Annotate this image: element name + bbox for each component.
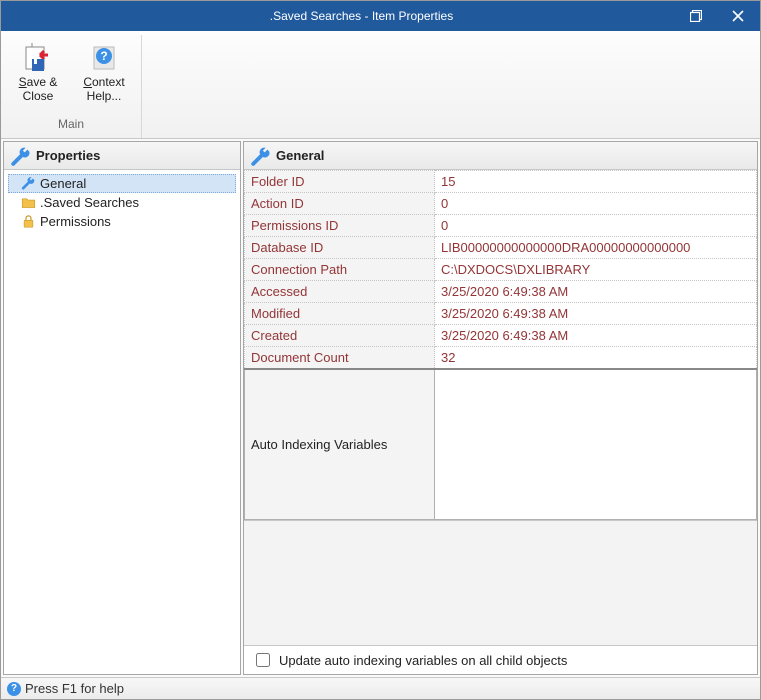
help-icon: ? <box>87 40 121 74</box>
prop-label: Accessed <box>245 281 435 303</box>
statusbar: ? Press F1 for help <box>1 677 760 699</box>
properties-header: Properties <box>4 142 240 170</box>
prop-value: 0 <box>435 215 757 237</box>
prop-value: 32 <box>435 347 757 370</box>
tree-item-saved-searches[interactable]: .Saved Searches <box>8 193 236 212</box>
properties-header-label: Properties <box>36 148 100 163</box>
window: .Saved Searches - Item Properties <box>0 0 761 700</box>
save-close-label: Save &Close <box>19 76 58 104</box>
spacer <box>244 520 757 647</box>
prop-label: Database ID <box>245 237 435 259</box>
table-row: Connection PathC:\DXDOCS\DXLIBRARY <box>245 259 757 281</box>
table-row: Database IDLIB00000000000000DRA000000000… <box>245 237 757 259</box>
ribbon: Save &Close ? ContextHelp... Main <box>1 31 760 139</box>
prop-value: 3/25/2020 6:49:38 AM <box>435 281 757 303</box>
prop-value: 15 <box>435 171 757 193</box>
table-row: Permissions ID0 <box>245 215 757 237</box>
context-help-button[interactable]: ? ContextHelp... <box>77 37 131 107</box>
save-icon <box>21 40 55 74</box>
restore-button[interactable] <box>682 2 710 30</box>
ribbon-group-label: Main <box>11 115 131 133</box>
window-title: .Saved Searches - Item Properties <box>41 9 682 23</box>
properties-tree: General .Saved Searches Permissions <box>4 170 240 235</box>
prop-label: Folder ID <box>245 171 435 193</box>
update-children-label: Update auto indexing variables on all ch… <box>279 653 567 668</box>
table-row: Action ID0 <box>245 193 757 215</box>
general-header-label: General <box>276 148 324 163</box>
tree-item-label: .Saved Searches <box>40 195 139 210</box>
auto-index-row: Auto Indexing Variables <box>245 369 757 519</box>
prop-value: LIB00000000000000DRA00000000000000 <box>435 237 757 259</box>
wrench-icon <box>250 146 270 166</box>
svg-text:?: ? <box>100 49 107 63</box>
prop-label: Document Count <box>245 347 435 370</box>
update-children-checkbox[interactable] <box>256 653 270 667</box>
right-panel: General Folder ID15 Action ID0 Permissio… <box>243 141 758 675</box>
general-header: General <box>244 142 757 170</box>
close-button[interactable] <box>724 2 752 30</box>
save-close-button[interactable]: Save &Close <box>11 37 65 107</box>
prop-label: Permissions ID <box>245 215 435 237</box>
prop-value: 3/25/2020 6:49:38 AM <box>435 325 757 347</box>
left-panel: Properties General .Saved Searches <box>3 141 241 675</box>
context-help-label: ContextHelp... <box>83 76 124 104</box>
table-row: Modified3/25/2020 6:49:38 AM <box>245 303 757 325</box>
table-row: Accessed3/25/2020 6:49:38 AM <box>245 281 757 303</box>
tree-item-general[interactable]: General <box>8 174 236 193</box>
lock-icon <box>20 214 36 230</box>
auto-index-label: Auto Indexing Variables <box>245 369 435 519</box>
update-children-row: Update auto indexing variables on all ch… <box>244 646 757 674</box>
folder-icon <box>20 195 36 211</box>
table-row: Document Count32 <box>245 347 757 370</box>
prop-label: Action ID <box>245 193 435 215</box>
prop-label: Modified <box>245 303 435 325</box>
body: Properties General .Saved Searches <box>1 139 760 677</box>
auto-index-value[interactable] <box>435 369 757 519</box>
titlebar: .Saved Searches - Item Properties <box>1 1 760 31</box>
prop-value: 3/25/2020 6:49:38 AM <box>435 303 757 325</box>
help-dot-icon: ? <box>7 682 21 696</box>
table-row: Folder ID15 <box>245 171 757 193</box>
prop-label: Created <box>245 325 435 347</box>
wrench-icon <box>20 176 36 192</box>
prop-label: Connection Path <box>245 259 435 281</box>
ribbon-group-main: Save &Close ? ContextHelp... Main <box>9 35 142 138</box>
tree-item-label: General <box>40 176 86 191</box>
prop-value: 0 <box>435 193 757 215</box>
status-text: Press F1 for help <box>25 681 124 696</box>
wrench-icon <box>10 146 30 166</box>
tree-item-permissions[interactable]: Permissions <box>8 212 236 231</box>
table-row: Created3/25/2020 6:49:38 AM <box>245 325 757 347</box>
prop-value: C:\DXDOCS\DXLIBRARY <box>435 259 757 281</box>
tree-item-label: Permissions <box>40 214 111 229</box>
properties-table: Folder ID15 Action ID0 Permissions ID0 D… <box>244 170 757 520</box>
